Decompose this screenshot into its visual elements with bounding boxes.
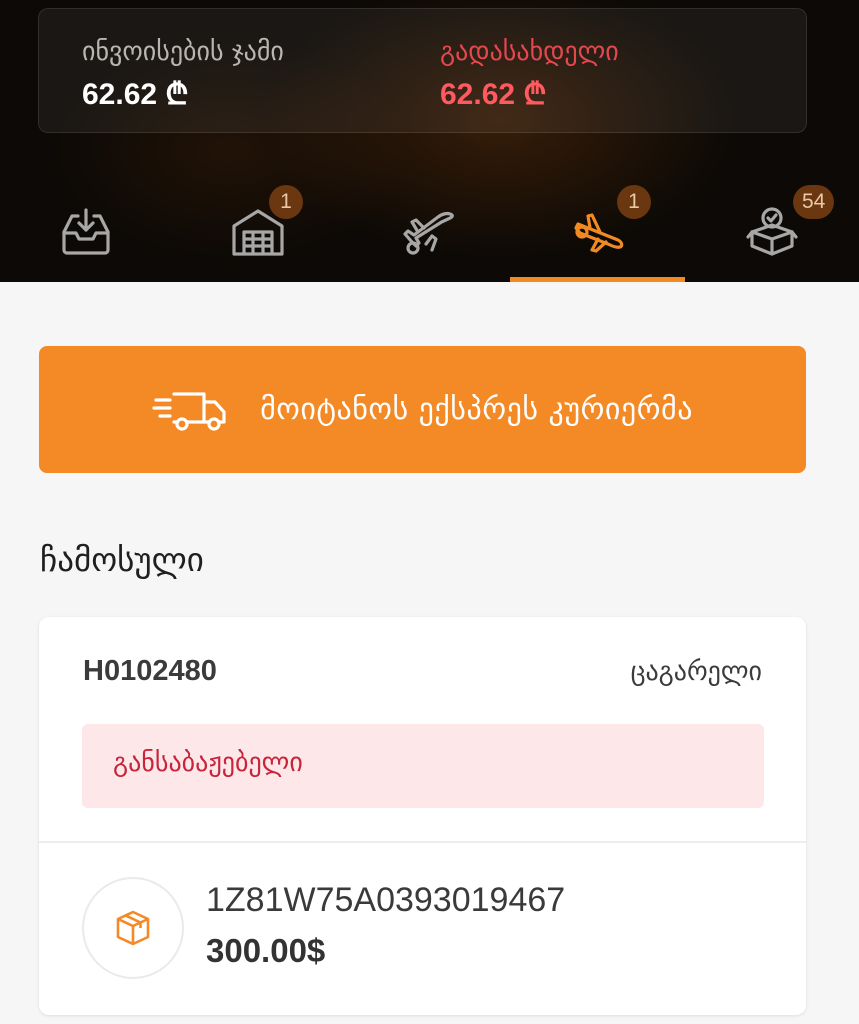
totals-card: ინვოისების ჯამი 62.62 ₾ გადასახდელი 62.6… (38, 8, 807, 133)
payable-total: გადასახდელი 62.62 ₾ (440, 35, 619, 115)
tab-arrived[interactable]: 1 (510, 175, 685, 282)
payable-value: 62.62 ₾ (440, 78, 547, 111)
status-text: განსაბაჟებელი (113, 748, 303, 778)
package-icon (116, 910, 150, 946)
parcel-card[interactable]: H0102480 ცაგარელი განსაბაჟებელი 1Z81W75A… (39, 617, 806, 1015)
status-tabs: 1 1 54 (0, 175, 859, 282)
express-courier-button[interactable]: მოიტანოს ექსპრეს კურიერმა (39, 346, 806, 473)
airplane-landing-icon (568, 205, 628, 259)
delivered-box-icon (742, 205, 802, 259)
tab-received[interactable] (0, 175, 172, 282)
package-avatar (82, 877, 184, 979)
tab-delivered[interactable]: 54 (685, 175, 859, 282)
divider (39, 841, 806, 843)
section-title-arrived: ჩამოსული (40, 540, 204, 579)
delivered-count-badge: 54 (793, 185, 835, 219)
active-tab-indicator (510, 277, 685, 282)
item-price: 300.00$ (206, 932, 326, 969)
tracking-number: 1Z81W75A0393019467 (206, 881, 566, 919)
tab-in-transit[interactable] (344, 175, 516, 282)
parcel-code: H0102480 (83, 655, 217, 687)
status-badge: განსაბაჟებელი (82, 724, 764, 808)
tab-warehouse[interactable]: 1 (172, 175, 344, 282)
invoice-total-label: ინვოისების ჯამი (82, 37, 284, 67)
airplane-takeoff-icon (400, 205, 460, 259)
parcel-recipient: ცაგარელი (630, 657, 762, 687)
payable-label: გადასახდელი (440, 37, 619, 67)
invoice-total: ინვოისების ჯამი 62.62 ₾ (82, 35, 284, 115)
express-courier-label: მოიტანოს ექსპრეს კურიერმა (260, 392, 693, 427)
inbox-download-icon (56, 205, 116, 259)
header-hero: ინვოისების ჯამი 62.62 ₾ გადასახდელი 62.6… (0, 0, 859, 282)
fast-truck-icon (152, 391, 226, 431)
warehouse-count-badge: 1 (269, 185, 303, 219)
arrived-count-badge: 1 (617, 185, 651, 219)
invoice-total-value: 62.62 ₾ (82, 78, 189, 111)
